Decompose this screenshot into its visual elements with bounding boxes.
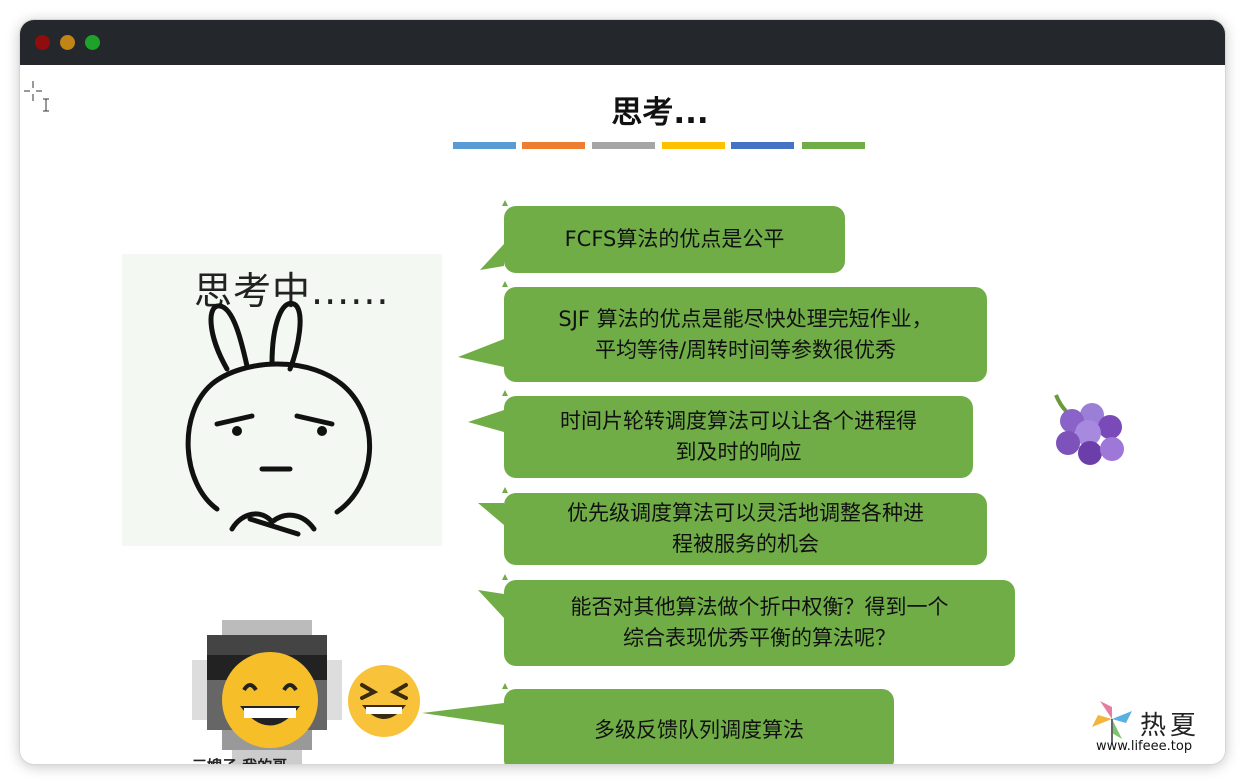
title-underline-blue bbox=[453, 142, 516, 149]
watermark-brand: 热夏 bbox=[1140, 711, 1201, 741]
thinking-rabbit-image: 思考中...... bbox=[122, 254, 442, 546]
bubble-tail-icon bbox=[480, 244, 504, 270]
speech-bubble-question: 能否对其他算法做个折中权衡？得到一个 综合表现优秀平衡的算法呢？ bbox=[478, 574, 1015, 666]
bubble-marker-icon bbox=[502, 574, 508, 580]
bubble-marker-icon bbox=[502, 683, 508, 689]
bubble-marker-icon bbox=[502, 281, 508, 287]
avatar bbox=[192, 620, 342, 764]
bubble-tail-icon bbox=[478, 590, 504, 618]
close-window-button[interactable] bbox=[35, 35, 50, 50]
slide-content: 思考... 思考中...... FCFS算法的优点是公平 SJF 算法的优点是能… bbox=[20, 65, 1225, 764]
speech-bubble-rr: 时间片轮转调度算法可以让各个进程得 到及时的响应 bbox=[468, 390, 973, 478]
minimize-window-button[interactable] bbox=[60, 35, 75, 50]
bubble-marker-icon bbox=[502, 487, 508, 493]
speech-bubble-priority: 优先级调度算法可以灵活地调整各种进 程被服务的机会 bbox=[478, 487, 987, 565]
bubble-text: 多级反馈队列调度算法 bbox=[594, 718, 804, 742]
title-underline-yellow bbox=[662, 142, 725, 149]
window-titlebar bbox=[20, 20, 1225, 65]
bubble-text: 能否对其他算法做个折中权衡？得到一个 综合表现优秀平衡的算法呢？ bbox=[570, 595, 949, 650]
speech-bubble-fcfs: FCFS算法的优点是公平 bbox=[480, 200, 845, 273]
browser-window: 思考... 思考中...... FCFS算法的优点是公平 SJF 算法的优点是能… bbox=[20, 20, 1225, 764]
bubble-tail-icon bbox=[458, 339, 504, 367]
text-cursor-icon bbox=[24, 81, 49, 112]
grape-icon bbox=[1054, 394, 1124, 465]
title-underline-gray bbox=[592, 142, 655, 149]
grinning-emoji-icon bbox=[348, 665, 420, 737]
bubble-marker-icon bbox=[502, 390, 508, 396]
bubble-text: FCFS算法的优点是公平 bbox=[564, 227, 785, 251]
bubble-tail-icon bbox=[468, 410, 504, 432]
maximize-window-button[interactable] bbox=[85, 35, 100, 50]
rabbit-drawing-icon bbox=[185, 300, 373, 537]
slide-title: 思考... bbox=[611, 95, 709, 131]
title-underline-orange bbox=[522, 142, 585, 149]
bubble-tail-icon bbox=[422, 703, 504, 725]
title-underline-darkblue bbox=[731, 142, 794, 149]
bubble-marker-icon bbox=[502, 200, 508, 206]
speech-bubble-mlfq: 多级反馈队列调度算法 bbox=[422, 683, 894, 764]
bubble-text: SJF 算法的优点是能尽快处理完短作业， 平均等待/周转时间等参数很优秀 bbox=[558, 306, 933, 362]
watermark-url: www.lifeee.top bbox=[1096, 739, 1193, 754]
bubble-text: 时间片轮转调度算法可以让各个进程得 到及时的响应 bbox=[560, 409, 917, 464]
bubble-tail-icon bbox=[478, 503, 504, 525]
speech-bubble-sjf: SJF 算法的优点是能尽快处理完短作业， 平均等待/周转时间等参数很优秀 bbox=[458, 281, 987, 382]
bubble-text: 优先级调度算法可以灵活地调整各种进 程被服务的机会 bbox=[567, 501, 924, 556]
pinwheel-logo-icon bbox=[1092, 701, 1132, 743]
avatar-caption: 三嫂子 我的哥 bbox=[192, 755, 287, 764]
title-underline-green bbox=[802, 142, 865, 149]
